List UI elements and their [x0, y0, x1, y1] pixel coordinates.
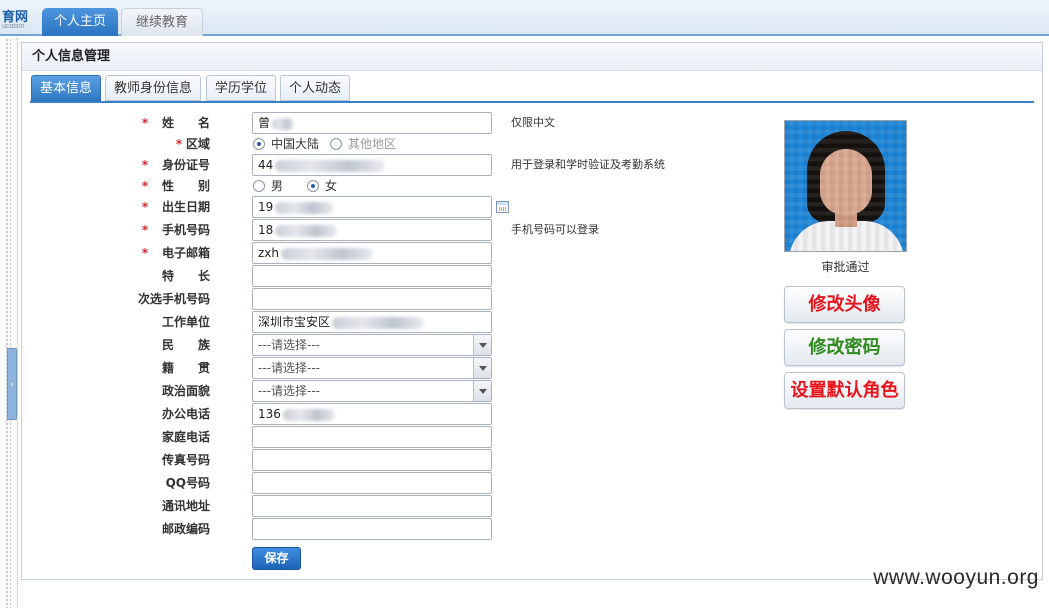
hint-mobile: 手机号码可以登录 — [511, 223, 599, 236]
alt-mobile-input[interactable] — [252, 288, 492, 310]
chevron-down-icon — [473, 381, 491, 401]
label-email: 电子邮箱 — [161, 246, 210, 260]
label-ethnicity: 民 族 — [161, 338, 210, 352]
postcode-input[interactable] — [252, 518, 492, 540]
logo-subtitle: ucation — [2, 23, 25, 30]
label-name: 姓 名 — [161, 116, 210, 130]
hint-name: 仅限中文 — [511, 116, 555, 129]
top-bar: 育网 ucation 个人主页 继续教育 — [0, 0, 1049, 36]
id-number-input[interactable]: 44 — [252, 154, 492, 176]
save-button[interactable]: 保存 — [252, 547, 301, 570]
label-region: 区域 — [185, 137, 210, 151]
tab-continuing-education[interactable]: 继续教育 — [121, 8, 203, 36]
label-mobile: 手机号码 — [161, 223, 210, 237]
approval-status: 审批通过 — [821, 260, 870, 274]
label-gender: 性 别 — [161, 179, 210, 193]
subtab-basic-info[interactable]: 基本信息 — [31, 75, 101, 101]
region-radio-mainland[interactable]: 中国大陆 — [253, 135, 319, 153]
label-home-phone: 家庭电话 — [161, 430, 210, 444]
subtab-personal-updates[interactable]: 个人动态 — [280, 75, 350, 101]
label-native-place: 籍 贯 — [161, 361, 210, 375]
name-input[interactable]: 曾 — [252, 112, 492, 134]
radio-checked-icon — [307, 180, 319, 192]
panel-title: 个人信息管理 — [22, 43, 1042, 71]
work-unit-input[interactable]: 深圳市宝安区 — [252, 311, 492, 333]
birthdate-input[interactable]: 19 — [252, 196, 492, 218]
subtab-underline — [30, 101, 1034, 103]
specialty-input[interactable] — [252, 265, 492, 287]
radio-checked-icon — [253, 138, 265, 150]
gender-radio-male[interactable]: 男 — [253, 177, 283, 195]
left-sidebar-strip — [0, 38, 18, 608]
hint-id-number: 用于登录和学时验证及考勤系统 — [511, 158, 665, 171]
native-place-select[interactable]: ---请选择--- — [252, 357, 492, 379]
tab-home[interactable]: 个人主页 — [42, 8, 118, 36]
office-phone-input[interactable]: 136 — [252, 403, 492, 425]
label-political-status: 政治面貌 — [161, 384, 210, 398]
subtab-education-degree[interactable]: 学历学位 — [206, 75, 276, 101]
avatar — [784, 120, 907, 252]
label-specialty: 特 长 — [161, 269, 210, 283]
fax-input[interactable] — [252, 449, 492, 471]
mobile-input[interactable]: 18 — [252, 219, 492, 241]
email-input[interactable]: zxh — [252, 242, 492, 264]
label-office-phone: 办公电话 — [161, 407, 210, 421]
calendar-icon[interactable] — [496, 201, 509, 213]
label-alt-mobile: 次选手机号码 — [137, 292, 210, 306]
ethnicity-select[interactable]: ---请选择--- — [252, 334, 492, 356]
region-radio-other[interactable]: 其他地区 — [330, 135, 396, 153]
address-input[interactable] — [252, 495, 492, 517]
set-default-role-button[interactable]: 设置默认角色 — [784, 372, 905, 409]
chevron-down-icon — [473, 335, 491, 355]
radio-unchecked-icon — [330, 138, 342, 150]
label-postcode: 邮政编码 — [161, 522, 210, 536]
home-phone-input[interactable] — [252, 426, 492, 448]
subtab-teacher-identity[interactable]: 教师身份信息 — [105, 75, 201, 101]
change-avatar-button[interactable]: 修改头像 — [784, 286, 905, 323]
political-status-select[interactable]: ---请选择--- — [252, 380, 492, 402]
radio-unchecked-icon — [253, 180, 265, 192]
watermark: www.wooyun.org — [873, 566, 1039, 589]
chevron-down-icon — [473, 358, 491, 378]
label-address: 通讯地址 — [161, 499, 210, 513]
label-id-number: 身份证号 — [161, 158, 210, 172]
qq-input[interactable] — [252, 472, 492, 494]
label-qq: QQ号码 — [165, 476, 210, 490]
change-password-button[interactable]: 修改密码 — [784, 329, 905, 366]
label-work-unit: 工作单位 — [161, 315, 210, 329]
label-birthdate: 出生日期 — [161, 200, 210, 214]
gender-radio-female[interactable]: 女 — [307, 177, 337, 195]
label-fax: 传真号码 — [161, 453, 210, 467]
collapse-sidebar-handle[interactable]: ‹ — [7, 348, 17, 420]
